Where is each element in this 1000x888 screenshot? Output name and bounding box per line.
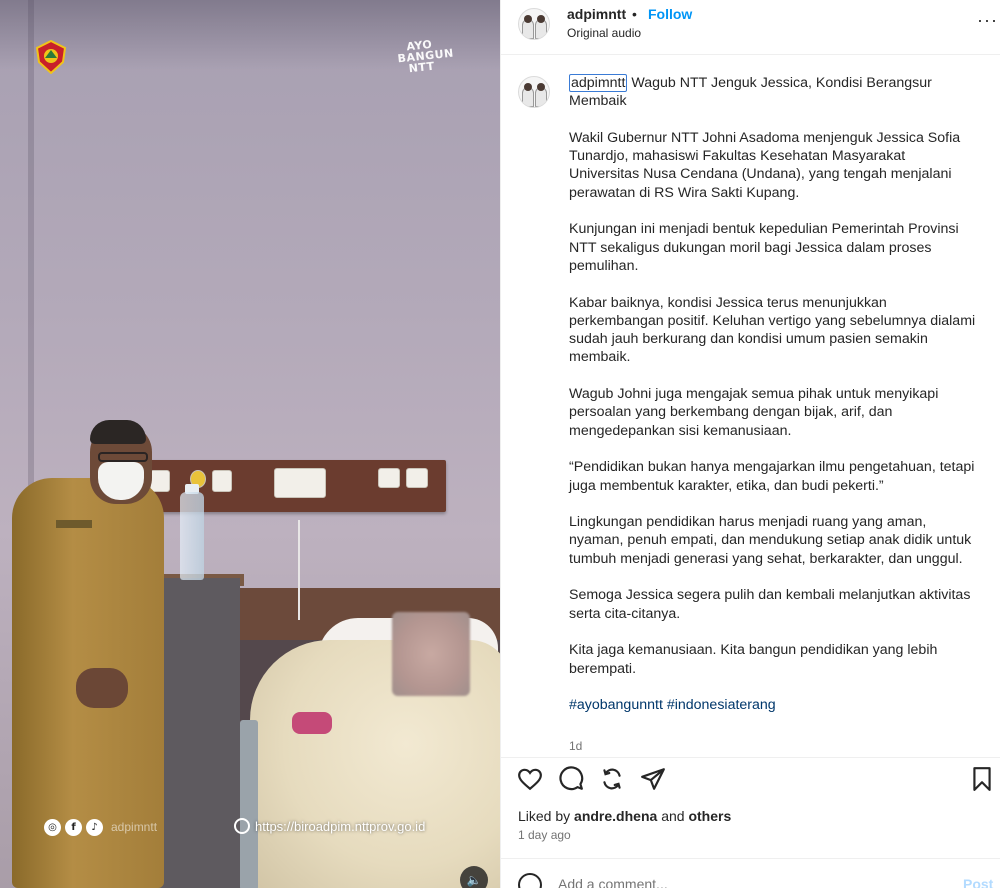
wall-socket	[212, 470, 232, 492]
overlay-url: https://biroadpim.nttprov.go.id	[234, 818, 425, 834]
caption-paragraph: Semoga Jessica segera pulih dan kembali …	[569, 587, 971, 622]
name-tag	[56, 520, 92, 528]
comment-bar: Post	[501, 858, 1000, 888]
avatar-head-right	[537, 15, 545, 23]
overlay-socials: ◎ f ♪ adpimntt	[44, 818, 157, 836]
wall-switch	[378, 468, 400, 488]
caption-avatar[interactable]	[518, 76, 550, 108]
wall-switch	[406, 468, 428, 488]
caption-paragraph: Kunjungan ini menjadi bentuk kepedulian …	[569, 221, 959, 274]
more-options-icon[interactable]: ···	[977, 10, 998, 31]
bookmark-icon[interactable]	[969, 766, 995, 792]
pink-cloth	[292, 712, 332, 734]
avatar-head-left	[524, 15, 532, 23]
comment-icon[interactable]	[558, 766, 584, 792]
caption-paragraph: Lingkungan pendidikan harus menjadi ruan…	[569, 514, 972, 567]
caption-paragraph: Wagub Johni juga mengajak semua pihak un…	[569, 386, 939, 439]
avatar-head-left	[524, 83, 532, 91]
official-hair	[90, 420, 146, 444]
avatar-head-right	[537, 83, 545, 91]
avatar[interactable]	[518, 8, 550, 40]
post-media[interactable]: AYO BANGUN NTT ◎ f ♪ adpimntt https://biro…	[0, 0, 500, 888]
bed-rail	[240, 720, 258, 888]
repost-icon[interactable]	[599, 766, 625, 792]
follow-button[interactable]: Follow	[648, 6, 692, 22]
liked-by-prefix: Liked by	[518, 808, 571, 824]
facebook-icon: f	[65, 818, 82, 836]
caption-time: 1d	[569, 739, 583, 753]
caption-text: adpimntt Wagub NTT Jenguk Jessica, Kondi…	[569, 74, 979, 733]
glasses	[98, 452, 148, 462]
comment-input[interactable]	[558, 876, 918, 888]
instagram-icon: ◎	[44, 818, 61, 836]
liked-by-and: and	[661, 808, 685, 824]
heart-icon[interactable]	[517, 766, 543, 792]
nurse-call-cord	[298, 520, 300, 620]
post-header: adpimntt • Follow Original audio ···	[501, 0, 1000, 55]
caption-hashtags[interactable]: #ayobangunntt #indonesiaterang	[569, 696, 979, 714]
caption-paragraph: Wakil Gubernur NTT Johni Asadoma menjeng…	[569, 129, 961, 201]
action-bar	[501, 757, 1000, 801]
control-panel	[274, 468, 326, 498]
wall-socket	[150, 470, 170, 492]
post-side-panel: adpimntt • Follow Original audio ··· adp…	[500, 0, 1000, 888]
likes-summary: Liked by andre.dhena and others	[518, 808, 731, 824]
caption-paragraph: Kita jaga kemanusiaan. Kita bangun pendi…	[569, 642, 938, 677]
audio-toggle-button[interactable]: 🔈	[460, 866, 488, 888]
ayo-bangun-ntt-logo: AYO BANGUN NTT	[396, 37, 455, 76]
overlay-url-text: https://biroadpim.nttprov.go.id	[255, 818, 426, 834]
government-emblem-icon	[35, 40, 67, 74]
caption-username[interactable]: adpimntt	[569, 74, 628, 92]
water-bottle	[180, 492, 204, 580]
blurred-face	[392, 612, 470, 696]
tiktok-icon: ♪	[86, 818, 103, 836]
post-timestamp: 1 day ago	[518, 828, 571, 842]
emoji-icon[interactable]	[518, 873, 542, 888]
header-username[interactable]: adpimntt	[567, 6, 626, 22]
caption-area[interactable]: adpimntt Wagub NTT Jenguk Jessica, Kondi…	[501, 56, 1000, 756]
header-separator: •	[632, 6, 637, 22]
overlay-handle: adpimntt	[111, 820, 158, 834]
original-audio-link[interactable]: Original audio	[567, 26, 641, 40]
liked-by-user[interactable]: andre.dhena	[574, 808, 657, 824]
caption-paragraph: Kabar baiknya, kondisi Jessica terus men…	[569, 294, 976, 366]
clasped-hands	[76, 668, 128, 708]
share-icon[interactable]	[640, 766, 666, 792]
speaker-icon: 🔈	[466, 873, 482, 887]
liked-by-others[interactable]: others	[688, 808, 731, 824]
caption-quote: “Pendidikan bukan hanya mengajarkan ilmu…	[569, 459, 975, 494]
globe-icon	[234, 818, 250, 834]
post-comment-button[interactable]: Post	[963, 876, 993, 888]
